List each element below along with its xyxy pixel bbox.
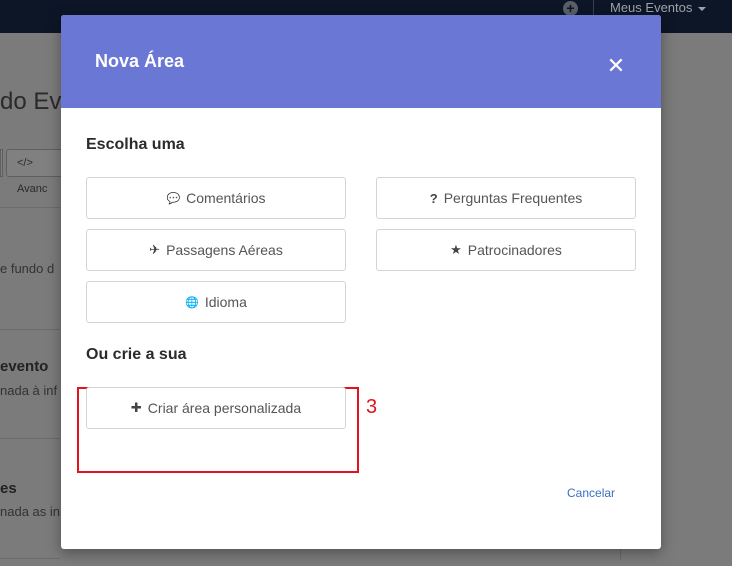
- background-heading: evento: [0, 358, 49, 375]
- cancel-link[interactable]: Cancelar: [567, 486, 615, 500]
- option-label: Comentários: [186, 190, 266, 206]
- background-divider: [0, 207, 60, 208]
- background-button: [0, 149, 3, 177]
- plus-icon: ✚: [130, 400, 142, 415]
- option-flights-button[interactable]: ✈ Passagens Aéreas: [86, 229, 346, 271]
- option-label: Patrocinadores: [467, 242, 562, 258]
- background-advanced-button: </> Avanc: [6, 149, 66, 195]
- option-sponsors-button[interactable]: ★ Patrocinadores: [376, 229, 636, 271]
- option-label: Perguntas Frequentes: [443, 190, 583, 206]
- create-custom-area-label: Criar área personalizada: [147, 400, 302, 416]
- option-faq-button[interactable]: ? Perguntas Frequentes: [376, 177, 636, 219]
- my-events-menu[interactable]: Meus Eventos: [610, 0, 707, 15]
- background-text: e fundo d: [0, 261, 55, 276]
- option-language-button[interactable]: 🌐 Idioma: [86, 281, 346, 323]
- globe-icon: 🌐: [185, 296, 199, 309]
- add-circle-icon[interactable]: +: [563, 1, 578, 16]
- star-icon: ★: [450, 242, 462, 257]
- background-divider: [0, 558, 60, 559]
- modal-title: Nova Área: [95, 51, 185, 71]
- option-comments-button[interactable]: 💬 Comentários: [86, 177, 346, 219]
- comment-icon: 💬: [166, 192, 181, 205]
- background-text: nada à inf: [0, 383, 58, 398]
- background-divider: [0, 329, 60, 330]
- create-custom-area-button[interactable]: ✚ Criar área personalizada: [86, 387, 346, 429]
- new-area-modal: Nova Área ✕ Escolha uma 💬 Comentários ? …: [61, 15, 661, 549]
- close-icon[interactable]: ✕: [605, 55, 627, 77]
- choose-section-title: Escolha uma: [86, 136, 185, 153]
- my-events-label: Meus Eventos: [610, 0, 693, 15]
- background-divider: [0, 438, 60, 439]
- create-section-title: Ou crie a sua: [86, 346, 187, 363]
- annotation-step-number: 3: [366, 396, 378, 418]
- option-label: Passagens Aéreas: [166, 242, 283, 258]
- option-label: Idioma: [204, 294, 247, 310]
- modal-header: Nova Área ✕: [61, 15, 661, 108]
- background-text: nada as in: [0, 504, 60, 519]
- plane-icon: ✈: [149, 242, 161, 257]
- background-heading: es: [0, 480, 17, 497]
- question-icon: ?: [429, 190, 438, 206]
- caret-down-icon: [698, 6, 707, 11]
